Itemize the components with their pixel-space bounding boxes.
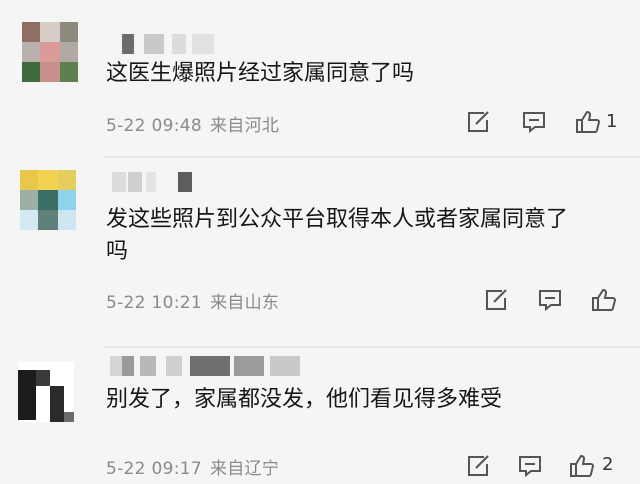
avatar[interactable]: [22, 22, 78, 82]
comment-text: 这医生爆照片经过家属同意了吗: [106, 61, 415, 86]
username-redacted[interactable]: [112, 172, 202, 192]
comment-item: 别发了，家属都没发，他们看见得多难受 5-22 09:17 来自辽宁 2: [0, 348, 640, 479]
divider: [104, 156, 640, 158]
thumbs-up-icon[interactable]: [568, 452, 596, 480]
comment-text: 别发了，家属都没发，他们看见得多难受: [106, 387, 503, 412]
comment-item: 发这些照片到公众平台取得本人或者家属同意了 吗 5-22 10:21 来自山东: [0, 160, 640, 346]
share-icon[interactable]: [482, 286, 510, 314]
username-redacted[interactable]: [122, 34, 222, 54]
thumbs-up-icon[interactable]: [590, 286, 618, 314]
avatar[interactable]: [18, 362, 74, 422]
thumbs-up-icon[interactable]: [574, 108, 602, 136]
avatar[interactable]: [20, 170, 76, 230]
comment-location: 来自山东: [209, 293, 280, 313]
share-icon[interactable]: [464, 108, 492, 136]
comment-date: 5-22 09:17: [106, 459, 202, 479]
comment-meta: 5-22 09:48 来自河北: [106, 111, 287, 136]
comment-icon[interactable]: [520, 108, 548, 136]
share-icon[interactable]: [464, 452, 492, 480]
like-count: 1: [606, 111, 618, 132]
comment-location: 来自河北: [209, 116, 280, 136]
comment-location: 来自辽宁: [209, 459, 280, 479]
comment-item: 这医生爆照片经过家属同意了吗 5-22 09:48 来自河北 1: [0, 0, 640, 158]
comment-text: 发这些照片到公众平台取得本人或者家属同意了 吗: [106, 207, 569, 264]
comment-date: 5-22 10:21: [106, 293, 202, 313]
comment-date: 5-22 09:48: [106, 116, 202, 136]
username-redacted[interactable]: [110, 356, 320, 376]
comment-icon[interactable]: [516, 452, 544, 480]
like-count: 2: [602, 454, 614, 475]
comment-icon[interactable]: [536, 286, 564, 314]
comment-meta: 5-22 09:17 来自辽宁: [106, 454, 287, 479]
comment-meta: 5-22 10:21 来自山东: [106, 288, 287, 313]
